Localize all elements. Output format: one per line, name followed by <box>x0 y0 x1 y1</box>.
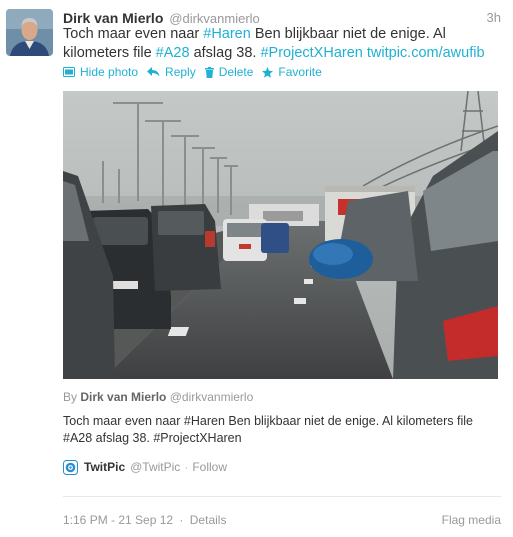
reply-label: Reply <box>165 65 196 79</box>
tweet-actions: Hide photo Reply Delete Favorite <box>63 64 331 80</box>
tweet-text-part: afslag 38. <box>189 45 261 61</box>
author-username[interactable]: @dirkvanmierlo <box>169 11 260 26</box>
hashtag-link[interactable]: #ProjectXHaren <box>260 45 362 61</box>
hashtag-link[interactable]: #A28 <box>156 45 190 61</box>
favorite-label: Favorite <box>278 65 322 79</box>
avatar[interactable] <box>6 9 53 56</box>
star-icon <box>262 66 274 78</box>
hide-photo-button[interactable]: Hide photo <box>63 64 138 80</box>
flag-media-link[interactable]: Flag media <box>442 513 501 527</box>
delete-label: Delete <box>218 65 254 79</box>
byline-prefix: By <box>63 390 78 404</box>
tweet-photo[interactable] <box>63 91 498 379</box>
details-link[interactable]: Details <box>190 513 227 527</box>
media-caption: Toch maar even naar #Haren Ben blijkbaar… <box>63 414 473 445</box>
tweet-text-part: Toch maar even naar <box>63 26 204 42</box>
footer-separator: · <box>179 513 184 527</box>
byline-author-handle[interactable]: @dirkvanmierlo <box>170 390 254 404</box>
source-separator: · <box>184 460 189 474</box>
hide-photo-label: Hide photo <box>80 65 139 79</box>
divider <box>63 496 501 497</box>
hashtag-link[interactable]: #Haren <box>203 26 251 42</box>
source-handle[interactable]: @TwitPic <box>130 458 180 476</box>
favorite-button[interactable]: Favorite <box>262 64 322 80</box>
trash-icon <box>204 66 214 78</box>
follow-button[interactable]: Follow <box>192 458 227 476</box>
source-name[interactable]: TwitPic <box>84 458 125 476</box>
twitpic-logo-icon[interactable] <box>63 459 78 475</box>
media-source: TwitPic @TwitPic · Follow <box>63 458 227 476</box>
delete-button[interactable]: Delete <box>204 64 254 80</box>
tweet: Dirk van Mierlo @dirkvanmierlo 3h Toch m… <box>0 0 513 537</box>
reply-arrow-icon <box>147 67 160 77</box>
tweet-text: Toch maar even naar #Haren Ben blijkbaar… <box>63 25 503 63</box>
reply-button[interactable]: Reply <box>147 64 196 80</box>
tweet-timestamp[interactable]: 1:16 PM - 21 Sep 12 <box>63 513 173 527</box>
author-fullname[interactable]: Dirk van Mierlo <box>63 10 163 26</box>
photo-icon <box>63 67 75 77</box>
media-link[interactable]: twitpic.com/awufib <box>367 45 485 61</box>
tweet-footer: 1:16 PM - 21 Sep 12 · Details Flag media <box>63 513 501 527</box>
media-byline: By Dirk van Mierlo @dirkvanmierlo <box>63 390 253 404</box>
byline-author-name[interactable]: Dirk van Mierlo <box>80 390 166 404</box>
